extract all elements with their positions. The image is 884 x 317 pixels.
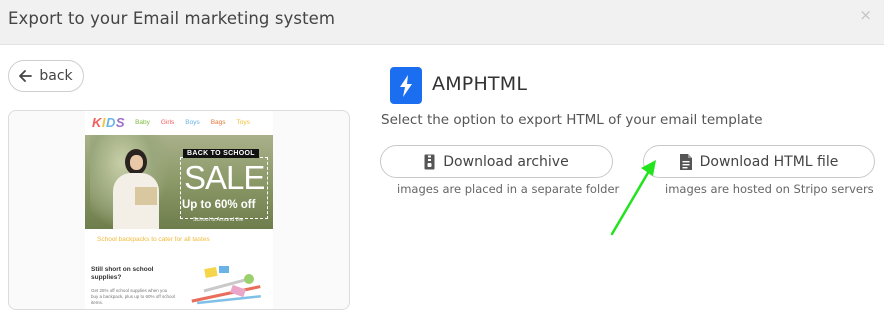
document-icon — [679, 153, 692, 170]
modal-header: Export to your Email marketing system × — [0, 0, 884, 45]
section-title: Still short on school supplies? — [91, 266, 154, 281]
girl-face — [130, 155, 143, 170]
school-supplies-image — [191, 266, 261, 305]
close-icon[interactable]: × — [859, 6, 872, 24]
hero-banner: BACK TO SCHOOL SALE Up to 60% off School… — [85, 135, 273, 229]
promo-text: School backpacks to cater for all tastes — [97, 236, 210, 243]
lightning-bolt-icon — [400, 74, 412, 97]
back-to-school-tag: BACK TO SCHOOL — [183, 149, 259, 158]
nav-bags: Bags — [210, 118, 226, 126]
export-modal: Export to your Email marketing system × … — [0, 0, 884, 317]
nav-baby: Baby — [135, 118, 150, 126]
back-label: back — [39, 68, 73, 84]
nav-boys: Boys — [185, 118, 200, 126]
download-html-button[interactable]: Download HTML file — [643, 145, 875, 178]
back-button[interactable]: back — [8, 60, 84, 92]
section-text: Get 25% off school supplies when you buy… — [91, 288, 175, 305]
template-preview: KIDS Baby Girls Boys Bags Toys BACK TO S… — [8, 110, 350, 310]
export-instruction: Select the option to export HTML of your… — [381, 112, 763, 128]
book — [135, 187, 157, 205]
platform-title: AMPHTML — [432, 73, 528, 95]
arrow-left-icon — [19, 70, 33, 82]
amp-logo-icon — [390, 67, 422, 104]
archive-note: images are placed in a separate folder — [397, 182, 620, 196]
modal-title: Export to your Email marketing system — [8, 9, 336, 28]
annotation-arrow — [610, 160, 656, 236]
download-html-label: Download HTML file — [699, 153, 839, 170]
email-nav: KIDS Baby Girls Boys Bags Toys — [85, 111, 273, 133]
sale-offer: Up to 60% off — [182, 199, 256, 211]
download-archive-button[interactable]: Download archive — [380, 145, 613, 178]
zip-file-icon — [424, 154, 435, 169]
nav-girls: Girls — [160, 118, 175, 126]
kids-logo: KIDS — [92, 114, 126, 130]
html-note: images are hosted on Stripo servers — [665, 182, 874, 196]
sale-caption: School is Around the — [193, 217, 244, 223]
sale-headline: SALE — [184, 159, 265, 196]
nav-toys: Toys — [236, 118, 250, 126]
download-archive-label: Download archive — [443, 153, 569, 170]
email-thumbnail: KIDS Baby Girls Boys Bags Toys BACK TO S… — [85, 111, 273, 309]
